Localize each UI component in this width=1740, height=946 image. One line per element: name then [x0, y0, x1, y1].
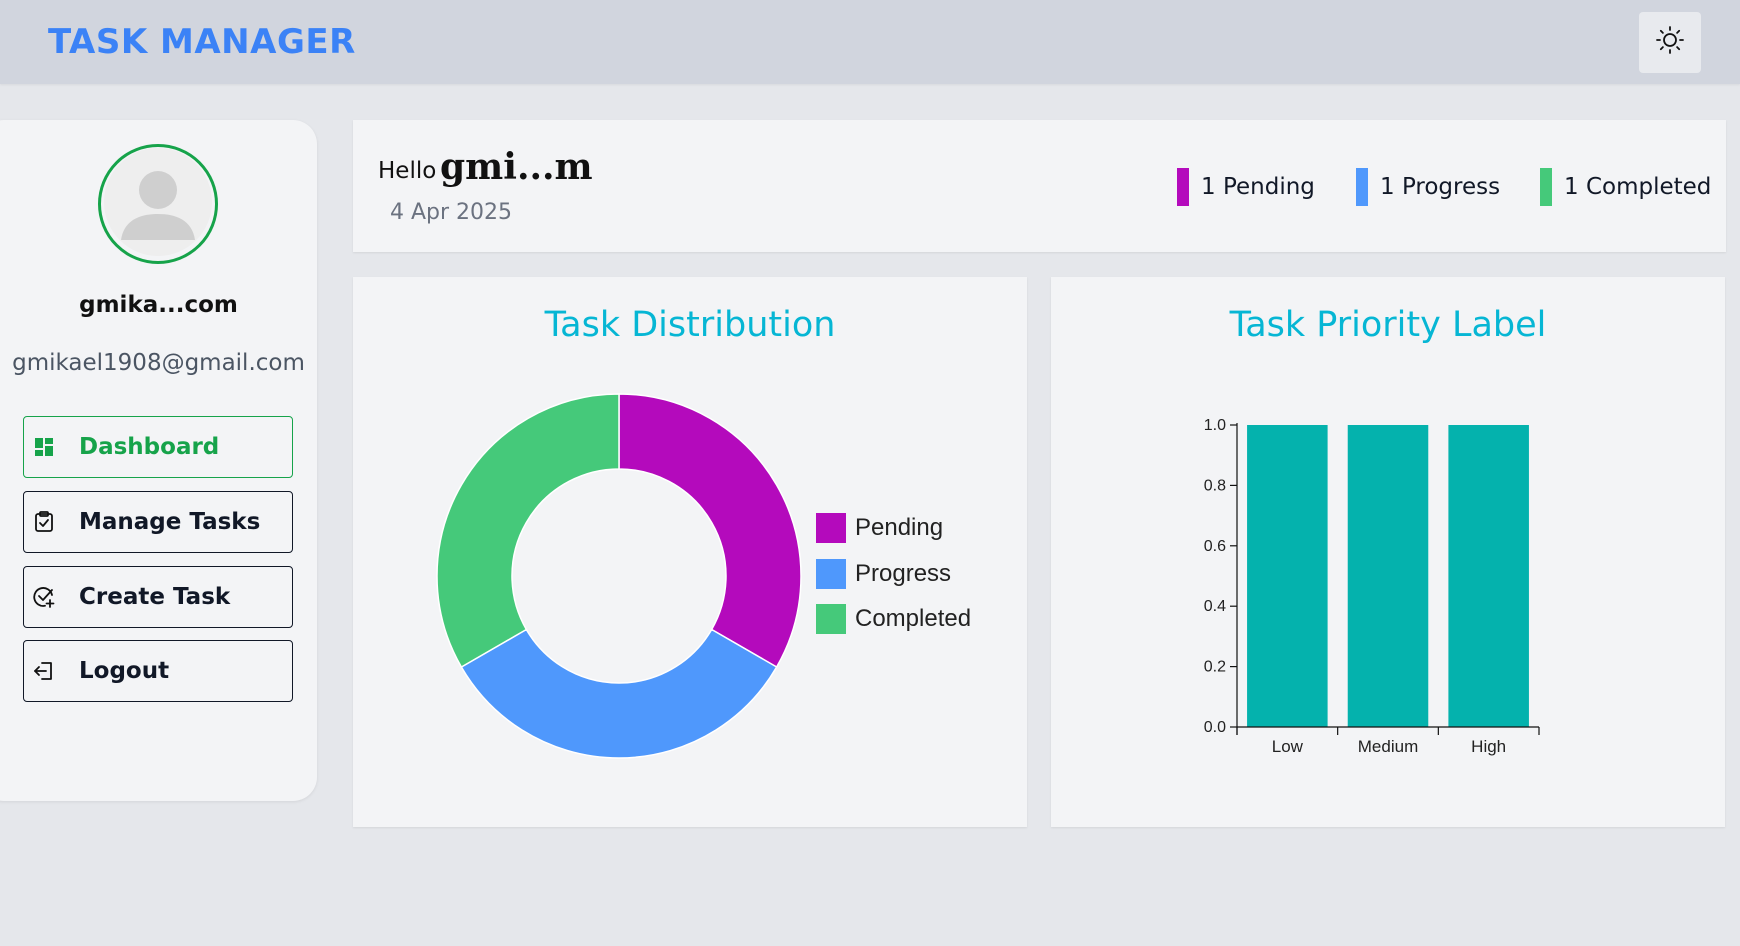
sidebar-item-create-task[interactable]: Create Task [23, 566, 293, 628]
stat-color-bar [1356, 168, 1368, 206]
bar-medium[interactable] [1347, 425, 1429, 727]
circle-check-plus-icon [32, 585, 56, 609]
user-email: gmikael1908@gmail.com [12, 350, 305, 376]
legend-item-progress[interactable]: Progress [816, 559, 951, 589]
app-brand[interactable]: TASK MANAGER [48, 22, 356, 62]
stat-color-bar [1177, 168, 1189, 206]
y-tick-label: 0.2 [1204, 659, 1226, 676]
hello-label: Hello [378, 158, 437, 184]
stat-label: 1 Progress [1380, 174, 1501, 200]
sun-icon [1655, 25, 1685, 60]
bar-chart: 0.0 0.2 0.4 0.6 0.8 1.0 Low Medium High [1204, 417, 1540, 756]
sidebar-item-label: Create Task [79, 584, 231, 610]
donut-slice-completed[interactable] [436, 393, 620, 669]
top-bar: TASK MANAGER [0, 0, 1740, 84]
current-date: 4 Apr 2025 [390, 200, 513, 225]
sidebar-item-label: Logout [79, 658, 170, 684]
y-tick-label: 0.0 [1204, 719, 1226, 736]
legend-label: Completed [855, 605, 972, 632]
legend-label: Progress [855, 560, 952, 587]
stat-label: 1 Pending [1201, 174, 1315, 200]
donut-slice-progress[interactable] [460, 628, 778, 759]
task-priority-card: Task Priority Label 0.0 0.2 0.4 0.6 0.8 1.0 Lo… [1051, 277, 1725, 827]
sidebar-item-manage-tasks[interactable]: Manage Tasks [23, 491, 293, 553]
theme-toggle-button[interactable] [1639, 12, 1701, 73]
stat-color-bar [1540, 168, 1552, 206]
legend-item-completed[interactable]: Completed [816, 604, 971, 634]
donut-slice-pending[interactable] [618, 393, 802, 669]
hello-user-name: gmi...m [440, 146, 593, 188]
sidebar-item-label: Manage Tasks [79, 509, 261, 535]
x-tick-label: Medium [1358, 737, 1418, 756]
legend-swatch [816, 513, 846, 543]
bar-high[interactable] [1448, 425, 1529, 727]
clipboard-check-icon [32, 510, 56, 534]
bar-low[interactable] [1247, 425, 1328, 727]
stat-label: 1 Completed [1564, 174, 1712, 200]
sidebar-item-dashboard[interactable]: Dashboard [23, 416, 293, 478]
y-tick-label: 0.6 [1204, 538, 1226, 555]
x-tick-label: High [1471, 737, 1506, 756]
greeting-card: Hello gmi...m 4 Apr 2025 1 Pending 1 Pro… [353, 120, 1726, 252]
user-avatar-icon [104, 147, 212, 261]
donut-chart [436, 393, 802, 759]
legend-label: Pending [855, 514, 944, 541]
stat-completed: 1 Completed [1540, 168, 1711, 206]
stat-pending: 1 Pending [1177, 168, 1315, 206]
stat-progress: 1 Progress [1356, 168, 1500, 206]
legend-swatch [816, 604, 846, 634]
x-tick-label: Low [1272, 737, 1304, 756]
y-tick-label: 0.4 [1204, 598, 1226, 615]
avatar [98, 144, 218, 264]
sidebar-item-logout[interactable]: Logout [23, 640, 293, 702]
user-name: gmika...com [79, 292, 238, 318]
dashboard-icon [32, 435, 56, 459]
logout-icon [32, 659, 56, 683]
sidebar-item-label: Dashboard [79, 434, 220, 460]
task-distribution-card: Task Distribution Pending Progress Compl… [353, 277, 1027, 827]
legend-swatch [816, 559, 846, 589]
legend-item-pending[interactable]: Pending [816, 513, 943, 543]
sidebar: gmika...com gmikael1908@gmail.com Dashbo… [0, 120, 317, 801]
y-tick-label: 0.8 [1204, 477, 1226, 494]
y-tick-label: 1.0 [1204, 417, 1226, 434]
